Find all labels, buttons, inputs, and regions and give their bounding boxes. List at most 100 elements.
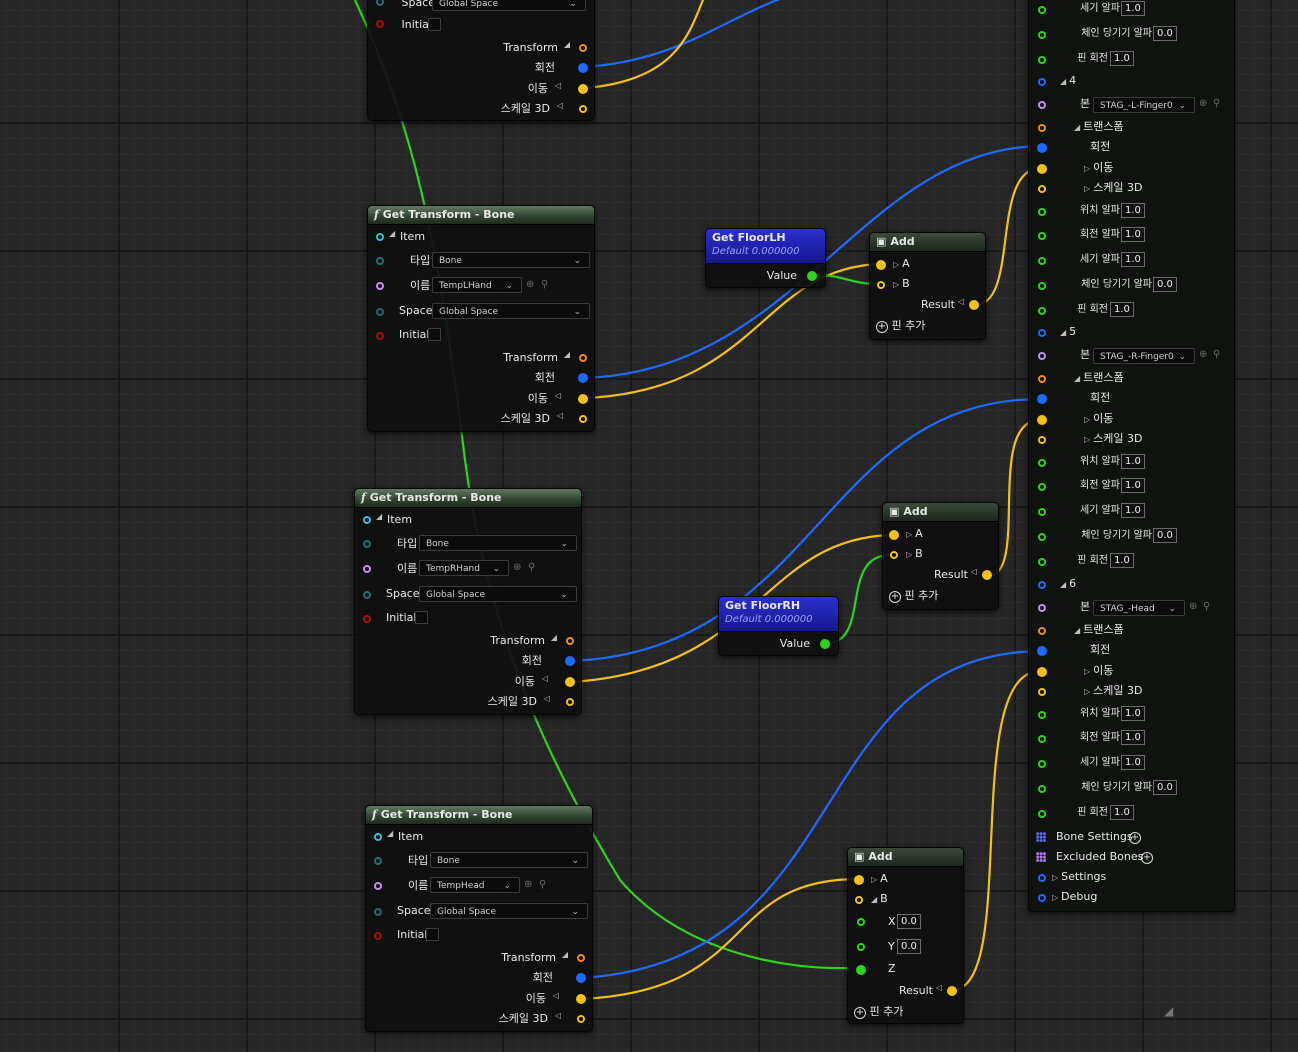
browse-icon[interactable]: ⊕ — [1199, 349, 1207, 360]
search-icon[interactable]: ⚲ — [539, 879, 546, 890]
scale-pin[interactable] — [1038, 185, 1046, 193]
bone-pin[interactable] — [1038, 352, 1046, 360]
expand-icon[interactable]: ▷ — [1084, 415, 1090, 424]
translation-pin[interactable] — [1037, 164, 1047, 174]
prop-value-field[interactable]: 1.0 — [1110, 553, 1134, 568]
translation-out-pin[interactable] — [578, 394, 588, 404]
bone-settings-node[interactable]: 세기 알파 1.0 체인 당기기 알파 0.0 핀 회전 1.0 ◢ 4 본 ST… — [1028, 0, 1235, 912]
rotation-pin[interactable] — [1037, 646, 1047, 656]
expand-icon[interactable]: ◢ — [387, 829, 393, 838]
expand-icon[interactable]: ▷ — [1084, 435, 1090, 444]
prop-value-field[interactable]: 0.0 — [1153, 26, 1177, 41]
type-dropdown[interactable]: Bone ⌄ — [432, 252, 590, 268]
space-pin[interactable] — [376, 0, 384, 6]
initial-checkbox[interactable] — [415, 611, 428, 624]
expand-icon[interactable]: ▷ — [1084, 184, 1090, 193]
chain-pull-alpha-pin[interactable] — [1038, 785, 1046, 793]
transform-out-pin[interactable] — [566, 637, 574, 645]
location-alpha-pin[interactable] — [1038, 711, 1046, 719]
item-pin[interactable] — [363, 516, 371, 524]
type-dropdown[interactable]: Bone ⌄ — [419, 535, 577, 551]
name-dropdown[interactable]: TempHead ⌄ — [430, 877, 520, 893]
bone-dropdown[interactable]: STAG_-R-Finger0 ⌄ — [1093, 348, 1195, 364]
translation-pin[interactable] — [1037, 415, 1047, 425]
translation-out-pin[interactable] — [578, 84, 588, 94]
strength-alpha-pin[interactable] — [1038, 508, 1046, 516]
rotation-alpha-pin[interactable] — [1038, 483, 1046, 491]
name-pin[interactable] — [363, 565, 371, 573]
prop-value-field[interactable]: 1.0 — [1121, 706, 1145, 721]
get-transform-bone-node-top[interactable]: Space Global Space ⌄ Initial Transform ◢ … — [367, 0, 595, 121]
initial-pin[interactable] — [376, 332, 384, 340]
prop-value-field[interactable]: 1.0 — [1121, 227, 1145, 242]
x-value-field[interactable]: 0.0 — [897, 914, 921, 929]
get-transform-bone-node-1[interactable]: f Get Transform - Bone ◢ Item 타입 Bone ⌄ 이름… — [367, 205, 595, 432]
name-pin[interactable] — [374, 882, 382, 890]
rotation-alpha-pin[interactable] — [1038, 735, 1046, 743]
get-transform-bone-node-3[interactable]: f Get Transform - Bone ◢ Item 타입 Bone ⌄ 이름… — [365, 805, 593, 1032]
add-pin-button[interactable]: + 핀 추가 — [889, 587, 938, 605]
expand-icon[interactable]: ◢ — [1060, 77, 1066, 86]
prop-value-field[interactable]: 1.0 — [1121, 755, 1145, 770]
space-pin[interactable] — [376, 308, 384, 316]
location-alpha-pin[interactable] — [1038, 208, 1046, 216]
search-icon[interactable]: ⚲ — [528, 562, 535, 573]
initial-checkbox[interactable] — [428, 18, 441, 31]
rotation-out-pin[interactable] — [578, 373, 588, 383]
group-pin[interactable] — [1038, 329, 1046, 337]
prop-value-field[interactable]: 1.0 — [1121, 730, 1145, 745]
type-pin[interactable] — [376, 257, 384, 265]
prop-value-field[interactable]: 0.0 — [1153, 277, 1177, 292]
add-bone-settings-button[interactable]: + — [1129, 832, 1141, 844]
result-out-pin[interactable] — [982, 570, 992, 580]
value-out-pin[interactable] — [807, 271, 817, 281]
strength-alpha-pin[interactable] — [1038, 760, 1046, 768]
initial-pin[interactable] — [374, 932, 382, 940]
rotation-out-pin[interactable] — [578, 63, 588, 73]
name-dropdown[interactable]: TempRHand ⌄ — [419, 560, 509, 576]
prop-value-field[interactable]: 1.0 — [1110, 51, 1134, 66]
space-dropdown[interactable]: Global Space ⌄ — [432, 0, 586, 11]
expand-icon[interactable]: ▷ — [1084, 164, 1090, 173]
x-pin[interactable] — [857, 918, 865, 926]
space-dropdown[interactable]: Global Space ⌄ — [419, 586, 577, 602]
name-dropdown[interactable]: TempLHand ⌄ — [432, 277, 522, 293]
transform-pin[interactable] — [1038, 124, 1046, 132]
prop-value-field[interactable]: 1.0 — [1121, 252, 1145, 267]
chain-pull-alpha-pin[interactable] — [1038, 533, 1046, 541]
item-pin[interactable] — [374, 833, 382, 841]
search-icon[interactable]: ⚲ — [541, 279, 548, 290]
a-pin[interactable] — [854, 875, 864, 885]
expand-icon[interactable]: ◢ — [1060, 328, 1066, 337]
space-dropdown[interactable]: Global Space ⌄ — [432, 303, 590, 319]
scale-pin[interactable] — [1038, 436, 1046, 444]
a-pin[interactable] — [889, 530, 899, 540]
translation-out-pin[interactable] — [565, 677, 575, 687]
add-pin-button[interactable]: + 핀 추가 — [876, 317, 925, 335]
chain-pull-alpha-pin[interactable] — [1038, 31, 1046, 39]
expand-icon[interactable]: ▷ — [1052, 893, 1058, 902]
type-pin[interactable] — [363, 540, 371, 548]
pin-rotation-pin[interactable] — [1038, 558, 1046, 566]
y-value-field[interactable]: 0.0 — [897, 939, 921, 954]
location-alpha-pin[interactable] — [1038, 459, 1046, 467]
scale-out-pin[interactable] — [577, 1015, 585, 1023]
item-pin[interactable] — [376, 233, 384, 241]
add-node-2[interactable]: ▣ Add ▷ A ▷ B Result ◁ + 핀 추가 — [882, 502, 999, 610]
result-out-pin[interactable] — [947, 986, 957, 996]
browse-icon[interactable]: ⊕ — [526, 279, 534, 290]
expand-icon[interactable]: ◢ — [389, 229, 395, 238]
rotation-alpha-pin[interactable] — [1038, 232, 1046, 240]
group-pin[interactable] — [1038, 581, 1046, 589]
debug-pin[interactable] — [1038, 894, 1046, 902]
add-excluded-bones-button[interactable]: + — [1141, 852, 1153, 864]
add-pin-button[interactable]: + 핀 추가 — [854, 1003, 903, 1021]
translation-out-pin[interactable] — [576, 994, 586, 1004]
bone-dropdown[interactable]: STAG_-Head ⌄ — [1093, 600, 1185, 616]
browse-icon[interactable]: ⊕ — [524, 879, 532, 890]
z-pin[interactable] — [856, 965, 866, 975]
expand-icon[interactable]: ▷ — [1052, 873, 1058, 882]
prop-value-field[interactable]: 0.0 — [1153, 528, 1177, 543]
space-pin[interactable] — [374, 908, 382, 916]
settings-pin[interactable] — [1038, 874, 1046, 882]
